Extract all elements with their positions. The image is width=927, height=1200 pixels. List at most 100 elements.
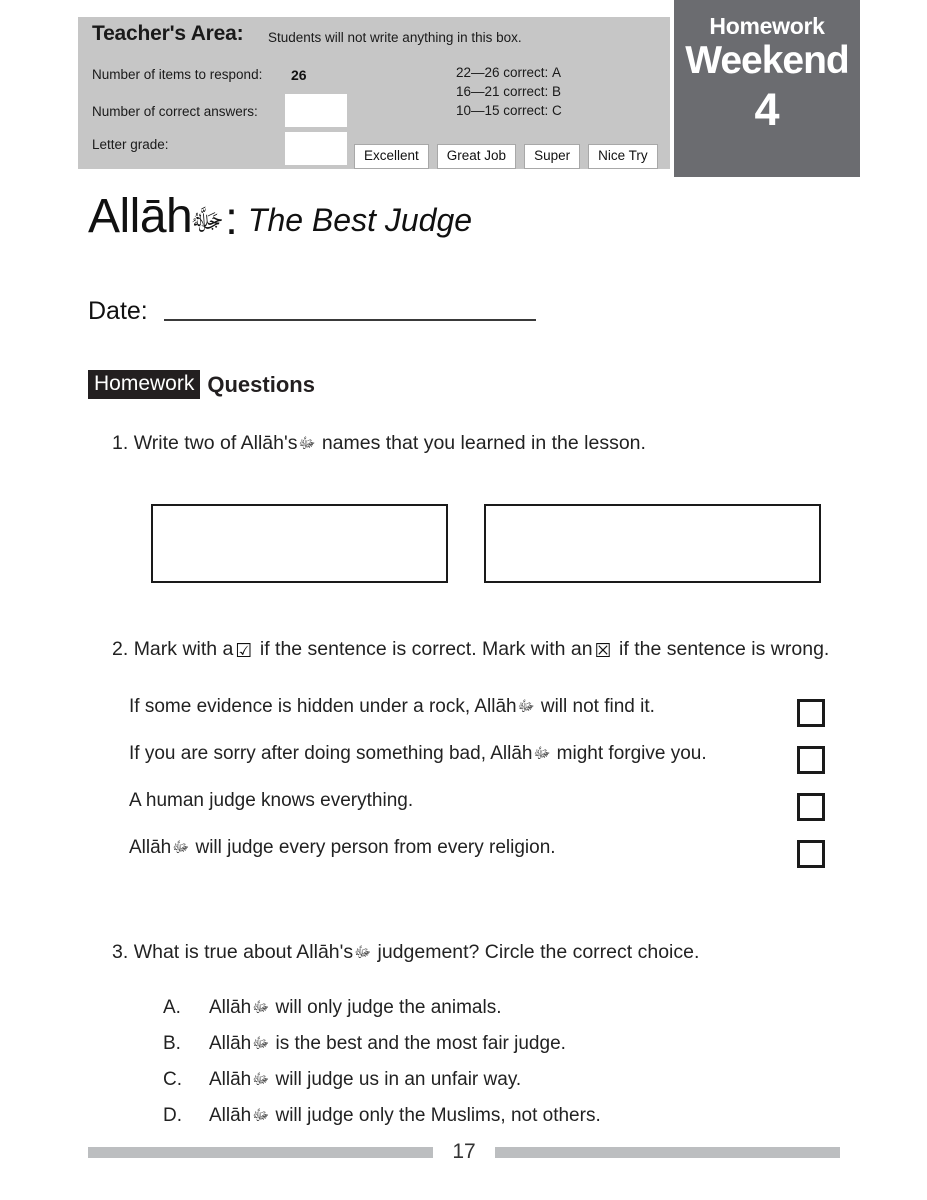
statement-row: If you are sorry after doing something b… bbox=[129, 741, 829, 788]
subhanahu-wa-taala-icon: ﷻ bbox=[172, 838, 190, 856]
subhanahu-wa-taala-icon: ﷻ bbox=[298, 434, 316, 452]
praise-option-super[interactable]: Super bbox=[524, 144, 581, 169]
question-2-statement-list: If some evidence is hidden under a rock,… bbox=[129, 694, 829, 882]
question-1-answer-box-1[interactable] bbox=[151, 504, 448, 583]
letter-grade-field[interactable] bbox=[285, 132, 347, 165]
page-footer: 17 bbox=[88, 1141, 840, 1163]
option-text-before: Allāh bbox=[209, 1033, 252, 1054]
statement-text: If some evidence is hidden under a rock,… bbox=[129, 694, 655, 720]
option-text: Allāhﷻ will judge only the Muslims, not … bbox=[209, 1103, 601, 1129]
correct-answers-field[interactable] bbox=[285, 94, 347, 127]
checked-box-icon: ☑ bbox=[235, 640, 253, 662]
grading-scale-range: 10—15 correct: bbox=[456, 103, 549, 118]
option-row-a[interactable]: A. Allāhﷻ will only judge the animals. bbox=[163, 995, 803, 1031]
statement-text-before: If some evidence is hidden under a rock,… bbox=[129, 696, 517, 717]
items-to-respond-value: 26 bbox=[291, 67, 307, 83]
question-2-text: 2. Mark with a ☑ if the sentence is corre… bbox=[112, 636, 829, 662]
page-title-subtitle: The Best Judge bbox=[247, 202, 473, 238]
option-text-before: Allāh bbox=[209, 997, 252, 1018]
question-2-part-1: Mark with a bbox=[133, 638, 234, 660]
option-letter: A. bbox=[163, 997, 181, 1018]
statement-answer-checkbox[interactable] bbox=[797, 793, 825, 821]
page-title: Allāh ﷻ : The Best Judge bbox=[88, 192, 473, 244]
crossed-box-icon: ☒ bbox=[594, 640, 612, 662]
statement-row: Allāhﷻ will judge every person from ever… bbox=[129, 835, 829, 882]
option-row-c[interactable]: C. Allāhﷻ will judge us in an unfair way. bbox=[163, 1067, 803, 1103]
question-2-part-3: if the sentence is wrong. bbox=[619, 638, 830, 660]
question-3-text-after: judgement? Circle the correct choice. bbox=[377, 941, 700, 963]
statement-text-before: A human judge knows everything. bbox=[129, 790, 414, 811]
option-text-after: is the best and the most fair judge. bbox=[275, 1033, 566, 1054]
option-row-d[interactable]: D. Allāhﷻ will judge only the Muslims, no… bbox=[163, 1103, 803, 1139]
question-1-answer-box-2[interactable] bbox=[484, 504, 821, 583]
subhanahu-wa-taala-icon: ﷻ bbox=[252, 1106, 270, 1124]
badge-weekend-label: Weekend bbox=[685, 39, 850, 82]
badge-weekend-number: 4 bbox=[754, 84, 780, 135]
statement-text: Allāhﷻ will judge every person from ever… bbox=[129, 835, 556, 861]
teachers-area-panel: Teacher's Area: Students will not write … bbox=[78, 17, 670, 169]
question-3-number: 3. bbox=[112, 941, 129, 963]
grading-scale-row: 16—21 correct: B bbox=[456, 82, 562, 101]
statement-text-before: Allāh bbox=[129, 837, 172, 858]
footer-rule-right bbox=[495, 1146, 840, 1158]
label-items-to-respond: Number of items to respond: bbox=[92, 67, 263, 82]
statement-text-after: might forgive you. bbox=[556, 743, 707, 764]
statement-answer-checkbox[interactable] bbox=[797, 746, 825, 774]
statement-answer-checkbox[interactable] bbox=[797, 840, 825, 868]
option-text-before: Allāh bbox=[209, 1069, 252, 1090]
teachers-area-title: Teacher's Area: bbox=[92, 22, 244, 45]
question-1-text-after: names that you learned in the lesson. bbox=[321, 432, 646, 454]
grading-scale-grade: B bbox=[552, 84, 562, 99]
option-row-b[interactable]: B. Allāhﷻ is the best and the most fair j… bbox=[163, 1031, 803, 1067]
subhanahu-wa-taala-icon: ﷻ bbox=[190, 203, 225, 238]
option-text: Allāhﷻ will judge us in an unfair way. bbox=[209, 1067, 521, 1093]
grading-scale-grade: C bbox=[552, 103, 562, 118]
option-letter: D. bbox=[163, 1105, 182, 1126]
statement-text: A human judge knows everything. bbox=[129, 788, 415, 814]
question-2-number: 2. bbox=[112, 638, 129, 660]
grading-scale-row: 10—15 correct: C bbox=[456, 101, 562, 120]
praise-option-excellent[interactable]: Excellent bbox=[354, 144, 429, 169]
praise-option-great-job[interactable]: Great Job bbox=[436, 144, 517, 169]
grading-scale-range: 16—21 correct: bbox=[456, 84, 549, 99]
badge-homework-label: Homework bbox=[709, 13, 825, 39]
statement-row: A human judge knows everything. bbox=[129, 788, 829, 835]
question-2-part-2: if the sentence is correct. Mark with an bbox=[259, 638, 593, 660]
footer-rule-left bbox=[88, 1146, 433, 1158]
question-1-number: 1. bbox=[112, 432, 129, 454]
section-heading: Homework Questions bbox=[88, 370, 315, 399]
date-input-line[interactable] bbox=[163, 319, 536, 321]
option-text-after: will only judge the animals. bbox=[275, 997, 502, 1018]
statement-row: If some evidence is hidden under a rock,… bbox=[129, 694, 829, 741]
page-title-colon: : bbox=[225, 192, 238, 244]
teachers-area-note: Students will not write anything in this… bbox=[268, 30, 522, 45]
label-letter-grade: Letter grade: bbox=[92, 137, 169, 152]
subhanahu-wa-taala-icon: ﷻ bbox=[533, 744, 551, 762]
date-row: Date: bbox=[88, 297, 536, 325]
question-1-text-before: Write two of Allāh's bbox=[133, 432, 298, 454]
subhanahu-wa-taala-icon: ﷻ bbox=[252, 998, 270, 1016]
date-label: Date: bbox=[88, 297, 148, 325]
section-heading-rest: Questions bbox=[207, 371, 315, 397]
subhanahu-wa-taala-icon: ﷻ bbox=[517, 697, 535, 715]
question-3-text-before: What is true about Allāh's bbox=[133, 941, 354, 963]
subhanahu-wa-taala-icon: ﷻ bbox=[354, 943, 372, 961]
statement-answer-checkbox[interactable] bbox=[797, 699, 825, 727]
grading-scale-range: 22—26 correct: bbox=[456, 65, 549, 80]
section-heading-tag: Homework bbox=[88, 370, 201, 399]
label-correct-answers: Number of correct answers: bbox=[92, 104, 258, 119]
option-text-before: Allāh bbox=[209, 1105, 252, 1126]
option-letter: C. bbox=[163, 1069, 182, 1090]
statement-text-before: If you are sorry after doing something b… bbox=[129, 743, 533, 764]
question-1-text: 1. Write two of Allāh'sﷻ names that you … bbox=[112, 430, 646, 456]
option-letter: B. bbox=[163, 1033, 181, 1054]
option-text: Allāhﷻ is the best and the most fair jud… bbox=[209, 1031, 566, 1057]
grading-scale-row: 22—26 correct: A bbox=[456, 63, 562, 82]
statement-text: If you are sorry after doing something b… bbox=[129, 741, 707, 767]
option-text-after: will judge us in an unfair way. bbox=[275, 1069, 522, 1090]
option-text: Allāhﷻ will only judge the animals. bbox=[209, 995, 501, 1021]
grading-scale-grade: A bbox=[552, 65, 562, 80]
praise-option-nice-try[interactable]: Nice Try bbox=[588, 144, 658, 169]
praise-stamp-row: Excellent Great Job Super Nice Try bbox=[354, 144, 658, 169]
page-number: 17 bbox=[452, 1140, 476, 1163]
